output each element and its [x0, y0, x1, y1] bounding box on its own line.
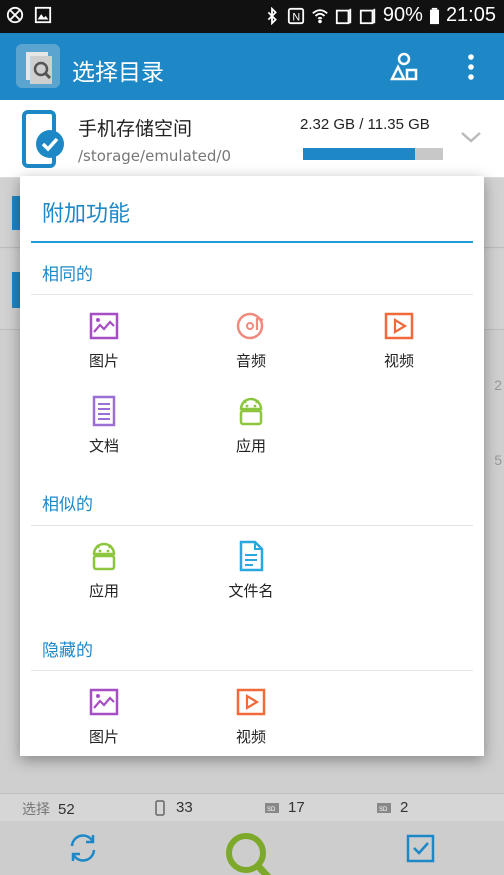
audio-icon: [236, 312, 264, 340]
select-all-icon[interactable]: [404, 831, 438, 865]
sim1-signal-icon: [335, 8, 352, 24]
svg-text:SD: SD: [267, 807, 276, 813]
more-vert-icon[interactable]: [455, 51, 487, 83]
storage-selector[interactable]: 手机存储空间 /storage/emulated/0 2.32 GB / 11.…: [0, 100, 504, 178]
hidden-pictures-option[interactable]: 图片: [49, 686, 159, 756]
select-count: 选择 52: [22, 800, 75, 819]
storage-path: /storage/emulated/0: [78, 147, 232, 165]
storage-size: 2.32 GB / 11.35 GB: [300, 116, 430, 133]
sd-card-icon: SD: [265, 802, 279, 813]
similar-apps-option[interactable]: 应用: [49, 540, 159, 616]
clock: 21:05: [445, 4, 496, 26]
section-title-hidden: 隐藏的: [42, 641, 93, 661]
picture-icon: [89, 688, 119, 716]
chevron-down-icon[interactable]: [458, 124, 484, 150]
dialog-title: 附加功能: [42, 202, 131, 227]
selection-counts: 选择 52 33 SD 17 SD 2: [0, 793, 504, 821]
bottom-toolbar: [0, 821, 504, 875]
nfc-icon: N: [287, 7, 305, 24]
file-name-icon: [239, 540, 264, 572]
dialog-divider: [31, 241, 473, 243]
sd-card-icon: SD: [377, 802, 391, 813]
hidden-videos-option[interactable]: 视频: [196, 686, 306, 756]
battery-level: 90%: [382, 4, 423, 26]
video-icon: [384, 312, 414, 340]
list-item-count: 5: [494, 452, 502, 468]
sd2-count: SD 2: [376, 799, 408, 816]
phone-storage-icon: [22, 110, 64, 168]
folder-search-icon: [26, 52, 52, 84]
identical-apps-option[interactable]: 应用: [196, 395, 306, 471]
section-title-similar: 相似的: [42, 495, 93, 515]
no-disturb-icon: [6, 6, 24, 24]
identical-pictures-option[interactable]: 图片: [49, 310, 159, 386]
status-bar: N 90% 21:05: [0, 0, 504, 33]
sim2-signal-icon: [359, 8, 376, 24]
section-divider: [31, 525, 473, 526]
svg-text:N: N: [292, 11, 300, 23]
document-icon: [92, 395, 116, 427]
storage-usage-fill: [303, 148, 415, 160]
page-title: 选择目录: [72, 60, 164, 86]
storage-name: 手机存储空间: [78, 118, 193, 140]
image-notification-icon: [34, 6, 52, 24]
wifi-icon: [312, 8, 328, 23]
list-item-count: 2: [494, 377, 502, 393]
section-divider: [31, 670, 473, 671]
svg-text:SD: SD: [379, 807, 388, 813]
identical-video-option[interactable]: 视频: [344, 310, 454, 386]
bluetooth-icon: [267, 6, 277, 25]
android-icon: [239, 397, 263, 426]
refresh-icon[interactable]: [66, 831, 100, 865]
app-bar: 选择目录: [0, 33, 504, 100]
phone-icon: [155, 799, 165, 816]
sd1-count: SD 17: [264, 799, 305, 816]
section-divider: [31, 294, 473, 295]
extra-features-dialog: 附加功能 相同的 图片 音频 视频 文档 应用 相似的 应用 文件名 隐藏的 图…: [20, 176, 484, 756]
similar-file-name-option[interactable]: 文件名: [196, 540, 306, 616]
android-icon: [92, 542, 116, 571]
video-icon: [236, 688, 266, 716]
storage-switch-icon[interactable]: [388, 51, 420, 83]
app-logo: [16, 44, 60, 88]
search-icon[interactable]: [222, 831, 278, 875]
storage-usage-bar: [303, 148, 443, 160]
phone-count: 33: [152, 799, 193, 816]
identical-documents-option[interactable]: 文档: [49, 395, 159, 471]
picture-icon: [89, 312, 119, 340]
battery-icon: [429, 7, 439, 24]
section-title-identical: 相同的: [42, 265, 93, 285]
identical-audio-option[interactable]: 音频: [196, 310, 306, 386]
